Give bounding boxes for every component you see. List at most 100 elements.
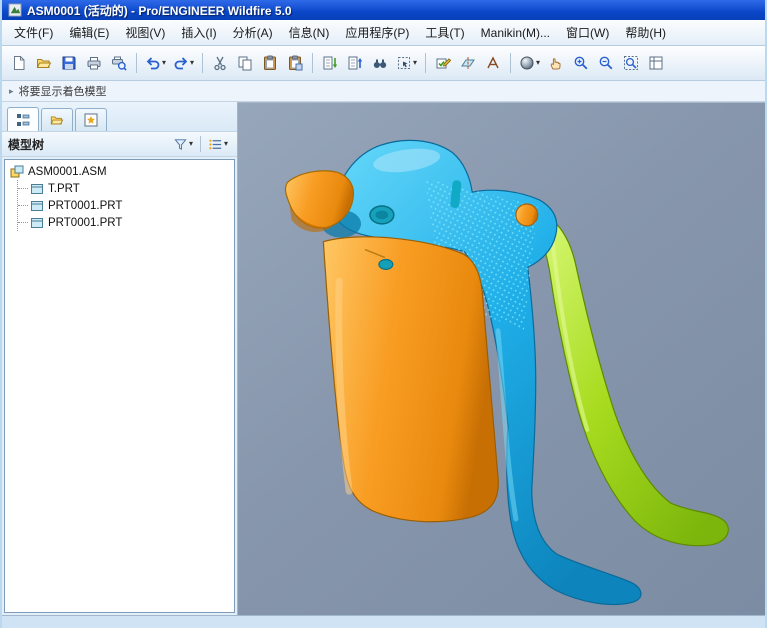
tree-settings-caret[interactable]: ▾ bbox=[224, 140, 228, 148]
datum-display-icon bbox=[460, 55, 476, 71]
zoom-out-button[interactable] bbox=[594, 51, 618, 75]
model-3d bbox=[238, 103, 765, 615]
green-handle[interactable] bbox=[540, 214, 728, 546]
pivot-screw-center bbox=[375, 210, 388, 219]
update-icon bbox=[347, 55, 363, 71]
zoom-out-icon bbox=[598, 55, 614, 71]
select-dropdown-caret[interactable]: ▾ bbox=[413, 59, 417, 67]
orange-pin[interactable] bbox=[516, 204, 538, 226]
tree-filter-caret[interactable]: ▾ bbox=[189, 140, 193, 148]
search-button[interactable] bbox=[368, 51, 392, 75]
menu-item-applications[interactable]: 应用程序(P) bbox=[337, 21, 417, 44]
display-filter-icon bbox=[435, 55, 451, 71]
tree-item-part[interactable]: PRT0001.PRT bbox=[18, 197, 232, 214]
print-preview-button[interactable] bbox=[107, 51, 131, 75]
search-icon bbox=[372, 55, 388, 71]
tree-settings-button[interactable]: ▾ bbox=[205, 135, 231, 154]
paste-icon bbox=[262, 55, 278, 71]
paste-special-button[interactable] bbox=[283, 51, 307, 75]
model-tree-tab-icon bbox=[16, 113, 30, 127]
display-filter-button[interactable] bbox=[431, 51, 455, 75]
title-bar[interactable]: ASM0001 (活动的) - Pro/ENGINEER Wildfire 5.… bbox=[2, 0, 765, 20]
tree-item-assembly[interactable]: ASM0001.ASM bbox=[7, 163, 232, 180]
menu-item-tools[interactable]: 工具(T) bbox=[417, 21, 472, 44]
menu-item-analysis[interactable]: 分析(A) bbox=[225, 21, 281, 44]
tab-model-tree[interactable] bbox=[7, 107, 39, 131]
refit-icon bbox=[623, 55, 639, 71]
redo-button[interactable]: ▾ bbox=[170, 51, 197, 75]
toolbar-separator bbox=[136, 53, 137, 73]
assembly-icon bbox=[10, 165, 24, 179]
spin-hand-icon bbox=[548, 55, 564, 71]
copy-button[interactable] bbox=[233, 51, 257, 75]
undo-button[interactable]: ▾ bbox=[142, 51, 169, 75]
menu-item-info[interactable]: 信息(N) bbox=[281, 21, 338, 44]
orange-hole[interactable] bbox=[379, 259, 393, 269]
redo-dropdown-caret[interactable]: ▾ bbox=[190, 59, 194, 67]
message-bullet-icon: ▸ bbox=[9, 86, 14, 97]
tree-item-label: ASM0001.ASM bbox=[28, 166, 107, 178]
undo-dropdown-caret[interactable]: ▾ bbox=[162, 59, 166, 67]
navigator-panel: 模型树 ▾ ▾ ASM0001.ASM T.PRT PRT0 bbox=[2, 102, 238, 615]
annotation-display-button[interactable] bbox=[481, 51, 505, 75]
menu-item-insert[interactable]: 插入(I) bbox=[173, 21, 224, 44]
graphics-viewport[interactable] bbox=[238, 102, 765, 615]
header-separator bbox=[200, 136, 201, 152]
menu-item-manikin[interactable]: Manikin(M)... bbox=[473, 23, 558, 43]
model-tree-header: 模型树 ▾ ▾ bbox=[2, 131, 237, 157]
view-manager-icon bbox=[648, 55, 664, 71]
view-manager-button[interactable] bbox=[644, 51, 668, 75]
regenerate-button[interactable] bbox=[318, 51, 342, 75]
tree-item-label: PRT0001.PRT bbox=[48, 200, 122, 212]
spin-button[interactable] bbox=[544, 51, 568, 75]
select-button[interactable]: ▾ bbox=[393, 51, 420, 75]
tree-item-part[interactable]: PRT0001.PRT bbox=[18, 214, 232, 231]
render-style-button[interactable]: ▾ bbox=[516, 51, 543, 75]
zoom-in-icon bbox=[573, 55, 589, 71]
render-style-icon bbox=[519, 55, 535, 71]
render-style-dropdown-caret[interactable]: ▾ bbox=[536, 59, 540, 67]
menu-item-window[interactable]: 窗口(W) bbox=[558, 21, 617, 44]
tree-children: T.PRT PRT0001.PRT PRT0001.PRT bbox=[17, 180, 232, 231]
open-button[interactable] bbox=[32, 51, 56, 75]
settings-list-icon bbox=[208, 137, 223, 152]
navigator-tabs bbox=[2, 102, 237, 131]
tree-item-label: PRT0001.PRT bbox=[48, 217, 122, 229]
datum-display-button[interactable] bbox=[456, 51, 480, 75]
folder-tab-icon bbox=[50, 113, 64, 127]
favorites-tab-icon bbox=[84, 113, 98, 127]
status-bar bbox=[2, 615, 765, 628]
message-bar: ▸ 将要显示着色模型 bbox=[2, 81, 765, 102]
tab-favorites[interactable] bbox=[75, 108, 107, 131]
toolbar-separator bbox=[510, 53, 511, 73]
update-button[interactable] bbox=[343, 51, 367, 75]
app-window: ASM0001 (活动的) - Pro/ENGINEER Wildfire 5.… bbox=[0, 0, 767, 628]
print-icon bbox=[86, 55, 102, 71]
toolbar-separator bbox=[202, 53, 203, 73]
menu-item-edit[interactable]: 编辑(E) bbox=[61, 21, 117, 44]
part-icon bbox=[30, 199, 44, 213]
print-button[interactable] bbox=[82, 51, 106, 75]
redo-icon bbox=[173, 55, 189, 71]
menu-item-help[interactable]: 帮助(H) bbox=[617, 21, 674, 44]
undo-icon bbox=[145, 55, 161, 71]
tree-filter-button[interactable]: ▾ bbox=[170, 135, 196, 154]
paste-special-icon bbox=[287, 55, 303, 71]
save-icon bbox=[61, 55, 77, 71]
tree-item-part[interactable]: T.PRT bbox=[18, 180, 232, 197]
zoom-in-button[interactable] bbox=[569, 51, 593, 75]
save-button[interactable] bbox=[57, 51, 81, 75]
cut-button[interactable] bbox=[208, 51, 232, 75]
refit-button[interactable] bbox=[619, 51, 643, 75]
model-tree[interactable]: ASM0001.ASM T.PRT PRT0001.PRT PRT0001.PR… bbox=[4, 159, 235, 613]
cut-icon bbox=[212, 55, 228, 71]
content-area: 模型树 ▾ ▾ ASM0001.ASM T.PRT PRT0 bbox=[2, 102, 765, 615]
new-button[interactable] bbox=[7, 51, 31, 75]
menu-item-view[interactable]: 视图(V) bbox=[117, 21, 173, 44]
new-icon bbox=[11, 55, 27, 71]
tab-folder-browser[interactable] bbox=[41, 108, 73, 131]
paste-button[interactable] bbox=[258, 51, 282, 75]
part-icon bbox=[30, 182, 44, 196]
annotation-display-icon bbox=[485, 55, 501, 71]
menu-item-file[interactable]: 文件(F) bbox=[6, 21, 61, 44]
